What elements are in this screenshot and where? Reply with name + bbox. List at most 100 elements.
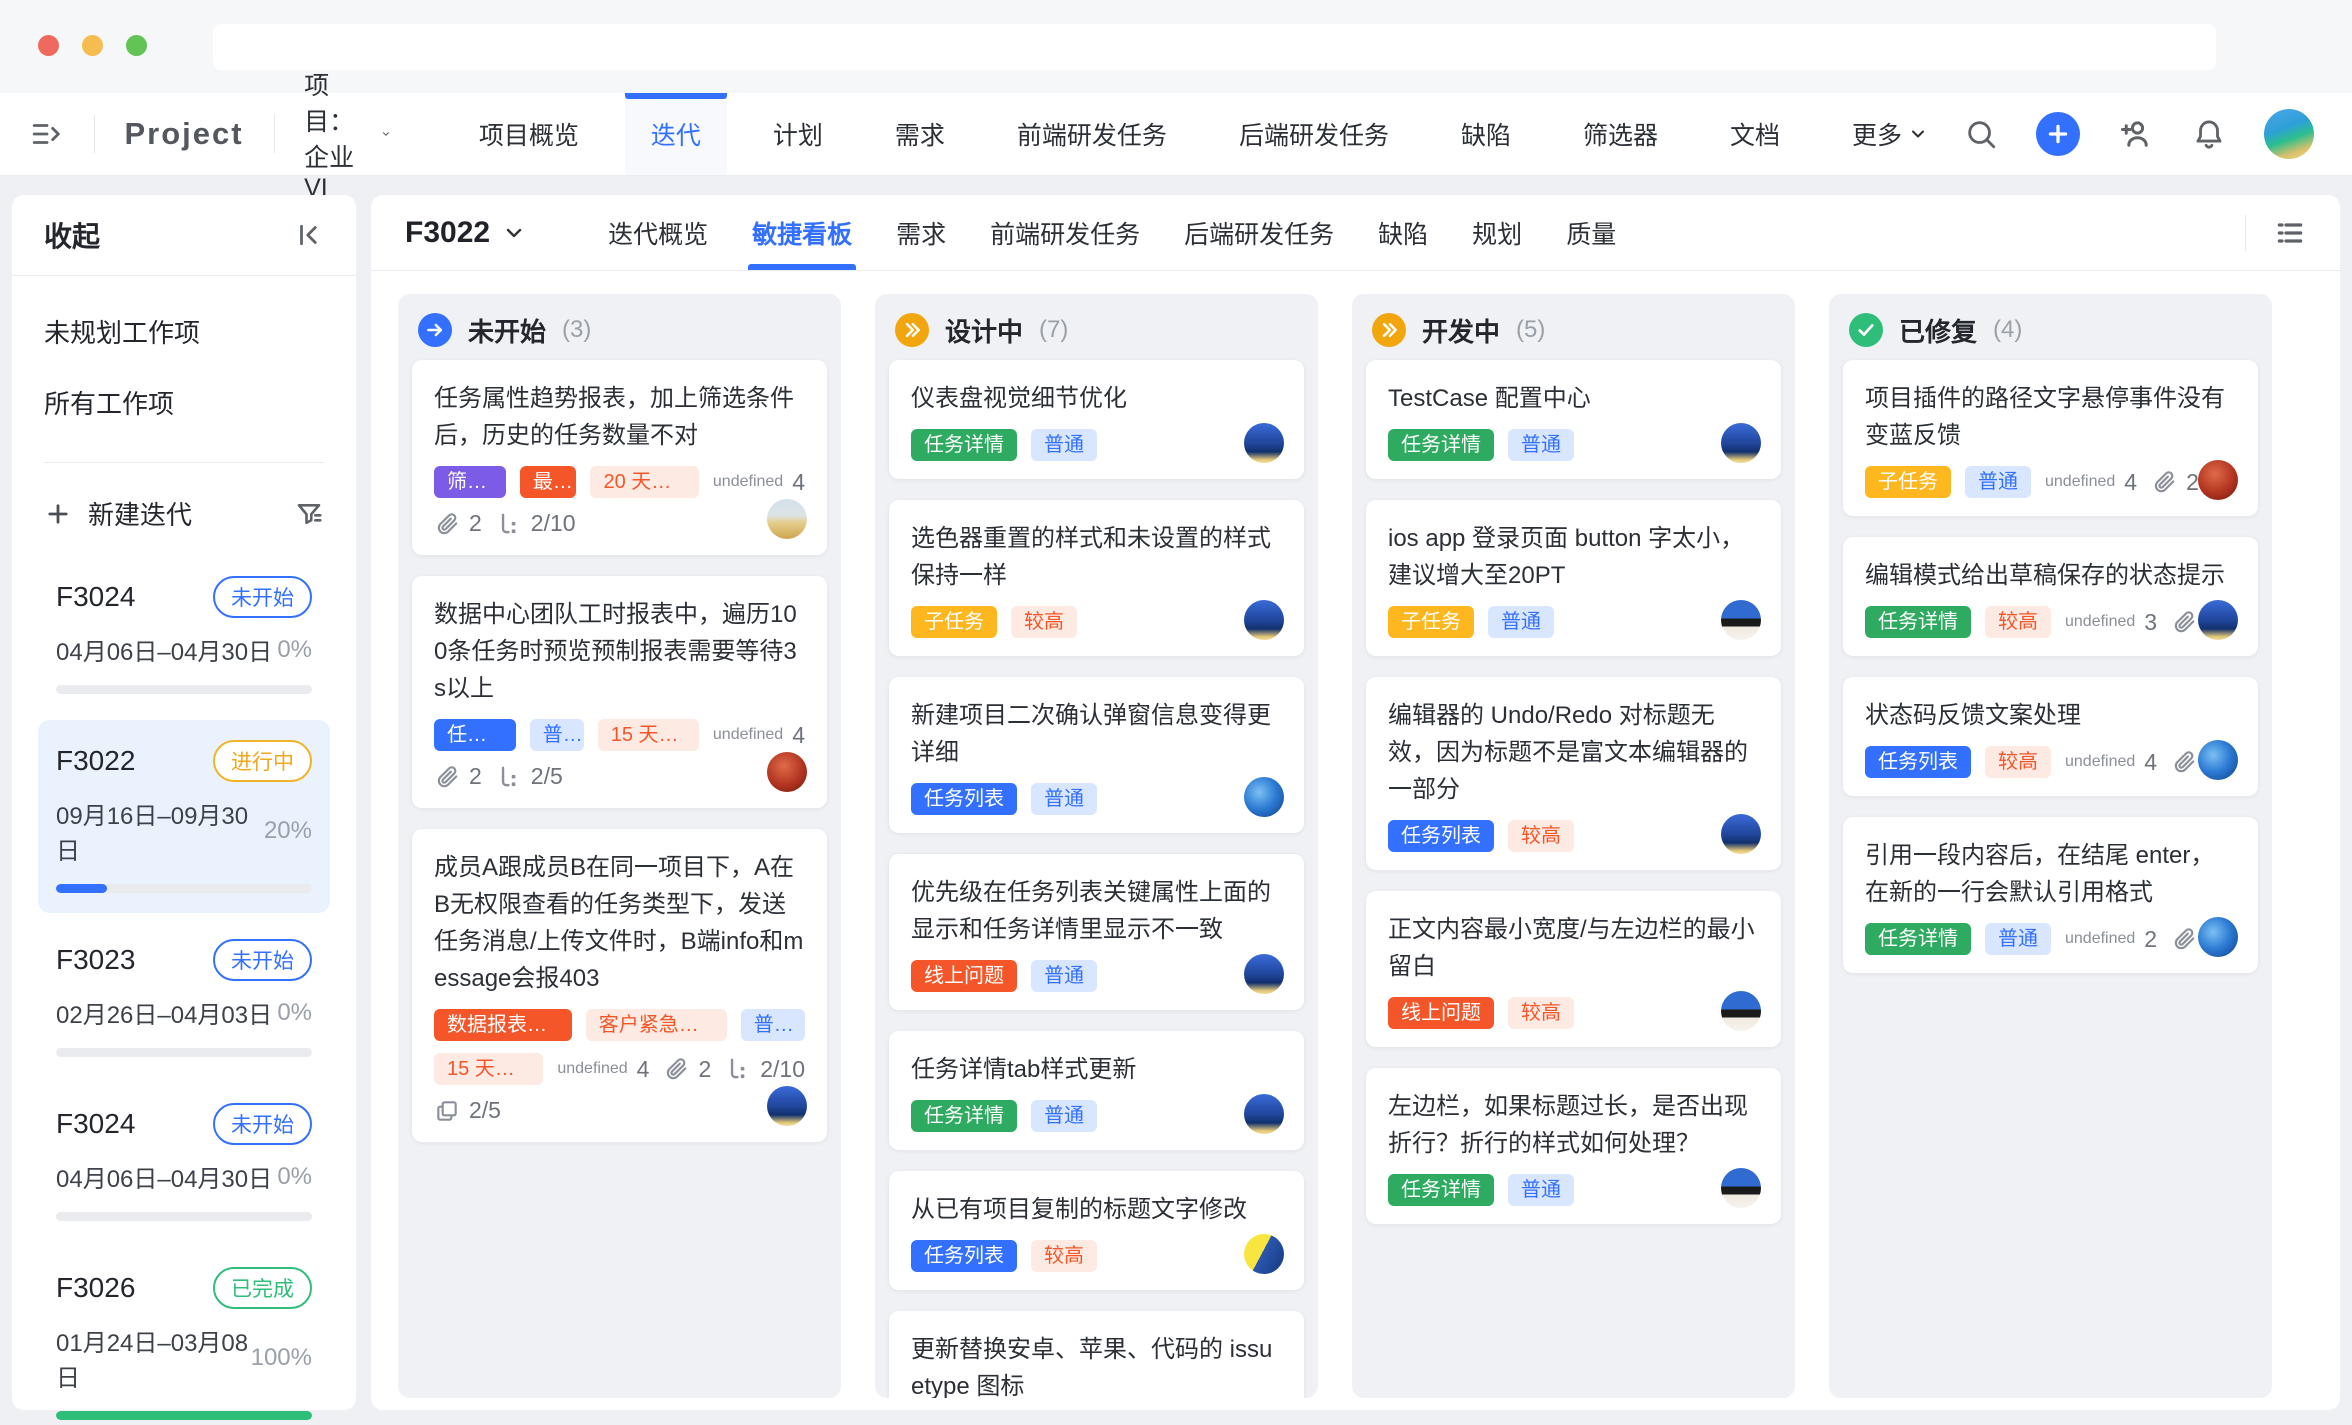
column-count: (4) bbox=[1993, 316, 2022, 344]
column-cards: 项目插件的路径文字悬停事件没有变蓝反馈子任务普通undefined42 编辑模式给… bbox=[1843, 360, 2258, 987]
task-card[interactable]: ios app 登录页面 button 字太小，建议增大至20PT子任务普通 bbox=[1366, 500, 1781, 656]
window-maximize-button[interactable] bbox=[126, 35, 147, 56]
task-card[interactable]: 数据中心团队工时报表中，遍历100条任务时预览预制报表需要等待3s以上任务列表普… bbox=[412, 576, 827, 808]
assignee-avatar[interactable] bbox=[2198, 917, 2238, 957]
task-card[interactable]: 任务详情tab样式更新任务详情普通 bbox=[889, 1031, 1304, 1150]
board-tab-规划[interactable]: 规划 bbox=[1450, 195, 1544, 270]
task-card[interactable]: 状态码反馈文案处理任务列表较高undefined43 bbox=[1843, 677, 2258, 796]
assignee-avatar[interactable] bbox=[1244, 1234, 1284, 1274]
board-tab-后端研发任务[interactable]: 后端研发任务 bbox=[1162, 195, 1356, 270]
assignee-avatar[interactable] bbox=[1721, 814, 1761, 854]
window-close-button[interactable] bbox=[38, 35, 59, 56]
sidebar-item-unplanned[interactable]: 未规划工作项 bbox=[44, 296, 324, 367]
task-card[interactable]: 从已有项目复制的标题文字修改任务列表较高 bbox=[889, 1171, 1304, 1290]
task-tag: 普通 bbox=[530, 719, 584, 751]
assignee-avatar[interactable] bbox=[1244, 600, 1284, 640]
board-tab-迭代概览[interactable]: 迭代概览 bbox=[586, 195, 730, 270]
create-new-button[interactable] bbox=[2036, 112, 2080, 156]
assignee-avatar[interactable] bbox=[1721, 600, 1761, 640]
nav-tab-后端研发任务[interactable]: 后端研发任务 bbox=[1213, 93, 1415, 175]
task-card[interactable]: 更新替换安卓、苹果、代码的 issuetype 图标任务列表较高 bbox=[889, 1311, 1304, 1398]
search-icon[interactable] bbox=[1964, 117, 1998, 151]
iteration-item-F3024[interactable]: F3024未开始04月06日–04月30日0% bbox=[38, 556, 330, 714]
user-avatar[interactable] bbox=[2264, 109, 2314, 159]
assignee-avatar[interactable] bbox=[1244, 777, 1284, 817]
new-iteration-button[interactable]: 新建迭代 bbox=[88, 495, 294, 532]
board-tab-敏捷看板[interactable]: 敏捷看板 bbox=[730, 195, 874, 270]
column-header: 已修复(4) bbox=[1843, 294, 2258, 360]
assignee-avatar[interactable] bbox=[1244, 423, 1284, 463]
task-card[interactable]: 优先级在任务列表关键属性上面的显示和任务详情里显示不一致线上问题普通 bbox=[889, 854, 1304, 1010]
task-card[interactable]: 项目插件的路径文字悬停事件没有变蓝反馈子任务普通undefined42 bbox=[1843, 360, 2258, 516]
task-card[interactable]: 编辑器的 Undo/Redo 对标题无效，因为标题不是富文本编辑器的一部分任务列… bbox=[1366, 677, 1781, 870]
nav-tab-缺陷[interactable]: 缺陷 bbox=[1435, 93, 1537, 175]
task-card[interactable]: 左边栏，如果标题过长，是否出现折行？折行的样式如何处理？任务详情普通 bbox=[1366, 1068, 1781, 1224]
nav-tab-项目概览[interactable]: 项目概览 bbox=[453, 93, 605, 175]
project-selector-label: 项目：企业VI bbox=[304, 66, 371, 203]
task-card[interactable]: 正文内容最小宽度/与左边栏的最小留白线上问题较高 bbox=[1366, 891, 1781, 1047]
assignee-avatar[interactable] bbox=[1721, 991, 1761, 1031]
assignee-avatar[interactable] bbox=[2198, 460, 2238, 500]
sidebar-expand-icon[interactable] bbox=[30, 117, 64, 151]
project-selector[interactable]: 项目：企业VI bbox=[304, 66, 391, 203]
task-title: 状态码反馈文案处理 bbox=[1865, 697, 2236, 734]
task-card[interactable]: 任务属性趋势报表，加上筛选条件后，历史的任务数量不对筛选器最高20 天后过期un… bbox=[412, 360, 827, 555]
iteration-item-F3023[interactable]: F3023未开始02月26日–04月03日0% bbox=[38, 919, 330, 1077]
nav-tab-文档[interactable]: 文档 bbox=[1704, 93, 1806, 175]
assignee-avatar[interactable] bbox=[767, 499, 807, 539]
assignee-avatar[interactable] bbox=[1721, 1168, 1761, 1208]
iteration-progress-fill bbox=[56, 1411, 312, 1420]
task-card[interactable]: 仪表盘视觉细节优化任务详情普通 bbox=[889, 360, 1304, 479]
nav-tab-需求[interactable]: 需求 bbox=[869, 93, 971, 175]
column-cards: 仪表盘视觉细节优化任务详情普通选色器重置的样式和未设置的样式保持一样子任务较高新… bbox=[889, 360, 1304, 1398]
sidebar-item-all[interactable]: 所有工作项 bbox=[44, 367, 324, 438]
iteration-progress-track bbox=[56, 685, 312, 694]
notifications-bell-icon[interactable] bbox=[2192, 117, 2226, 151]
board-tab-label: 前端研发任务 bbox=[990, 215, 1140, 251]
assignee-avatar[interactable] bbox=[2198, 740, 2238, 780]
task-tag: 普通 bbox=[741, 1009, 805, 1041]
assignee-avatar[interactable] bbox=[1721, 423, 1761, 463]
list-view-icon[interactable] bbox=[2274, 217, 2306, 249]
task-title: 左边栏，如果标题过长，是否出现折行？折行的样式如何处理？ bbox=[1388, 1088, 1759, 1162]
invite-member-icon[interactable] bbox=[2118, 116, 2154, 152]
task-tag: 普通 bbox=[1508, 429, 1574, 461]
nav-tab-迭代[interactable]: 迭代 bbox=[625, 93, 727, 175]
board-tab-需求[interactable]: 需求 bbox=[874, 195, 968, 270]
filter-icon[interactable] bbox=[294, 499, 324, 529]
card-meta-row: 任务列表较高undefined43 bbox=[1865, 746, 2236, 778]
task-attach-count: 2 bbox=[469, 763, 482, 790]
nav-tab-筛选器[interactable]: 筛选器 bbox=[1557, 93, 1684, 175]
iteration-item-F3024[interactable]: F3024未开始04月06日–04月30日0% bbox=[38, 1083, 330, 1241]
task-card[interactable]: 选色器重置的样式和未设置的样式保持一样子任务较高 bbox=[889, 500, 1304, 656]
nav-tab-计划[interactable]: 计划 bbox=[747, 93, 849, 175]
card-meta-row: 筛选器最高20 天后过期undefined4 bbox=[434, 466, 805, 498]
collapse-sidebar-icon[interactable] bbox=[294, 220, 324, 250]
board-tab-前端研发任务[interactable]: 前端研发任务 bbox=[968, 195, 1162, 270]
sidebar-collapse-label[interactable]: 收起 bbox=[44, 215, 100, 255]
browser-url-bar[interactable] bbox=[213, 24, 2216, 70]
task-card[interactable]: 引用一段内容后，在结尾 enter，在新的一行会默认引用格式任务详情普通unde… bbox=[1843, 817, 2258, 973]
task-card[interactable]: 编辑模式给出草稿保存的状态提示任务详情较高undefined31 bbox=[1843, 537, 2258, 656]
task-card[interactable]: 成员A跟成员B在同一项目下，A在B无权限查看的任务类型下，发送任务消息/上传文件… bbox=[412, 829, 827, 1142]
card-meta-row: 任务详情普通 bbox=[1388, 429, 1759, 461]
assignee-avatar[interactable] bbox=[1244, 1094, 1284, 1134]
iteration-item-F3026[interactable]: F3026已完成01月24日–03月08日100% bbox=[38, 1247, 330, 1425]
nav-tab-更多[interactable]: 更多 bbox=[1826, 93, 1954, 175]
iteration-item-F3022[interactable]: F3022进行中09月16日–09月30日20% bbox=[38, 720, 330, 913]
task-card[interactable]: 新建项目二次确认弹窗信息变得更详细任务列表普通 bbox=[889, 677, 1304, 833]
board-tab-缺陷[interactable]: 缺陷 bbox=[1356, 195, 1450, 270]
assignee-avatar[interactable] bbox=[767, 752, 807, 792]
assignee-avatar[interactable] bbox=[1244, 954, 1284, 994]
nav-tab-前端研发任务[interactable]: 前端研发任务 bbox=[991, 93, 1193, 175]
attachment-icon bbox=[434, 511, 460, 537]
attachment-icon bbox=[2171, 609, 2197, 635]
iteration-selector[interactable]: F3022 bbox=[405, 216, 526, 250]
task-card[interactable]: TestCase 配置中心任务详情普通 bbox=[1366, 360, 1781, 479]
assignee-avatar[interactable] bbox=[767, 1086, 807, 1126]
window-minimize-button[interactable] bbox=[82, 35, 103, 56]
task-subtask-meta: 2/5 bbox=[496, 763, 563, 790]
task-tag: 任务详情 bbox=[1388, 429, 1494, 461]
assignee-avatar[interactable] bbox=[2198, 600, 2238, 640]
board-tab-质量[interactable]: 质量 bbox=[1544, 195, 1638, 270]
